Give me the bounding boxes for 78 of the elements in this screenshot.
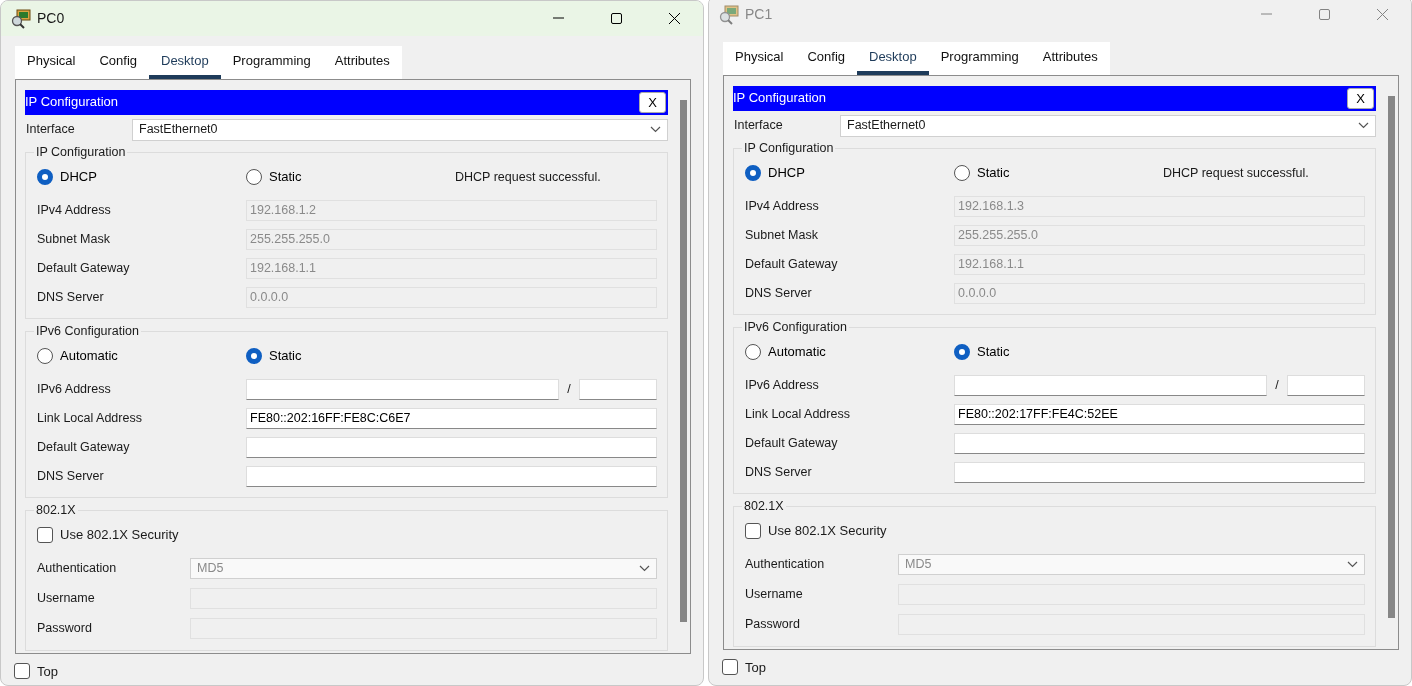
radio-button[interactable]: Automatic <box>37 346 118 366</box>
checkbox[interactable]: Top <box>722 657 1411 677</box>
checkbox[interactable]: Use 802.1X Security <box>37 525 179 545</box>
field-label: Username <box>37 590 96 608</box>
field-label: DNS Server <box>37 288 105 306</box>
close-icon <box>667 12 681 25</box>
radio-button[interactable]: Static <box>246 167 302 187</box>
close-icon <box>1375 8 1389 21</box>
field-label: Authentication <box>37 560 118 578</box>
field-label: Link Local Address <box>37 409 143 427</box>
tab[interactable]: Attributes <box>322 46 402 79</box>
field-label: Username <box>745 586 804 604</box>
tab[interactable]: Physical <box>15 46 88 79</box>
computer-icon <box>11 8 33 29</box>
field-label: Default Gateway <box>37 259 131 277</box>
radio-button[interactable]: Automatic <box>745 342 826 362</box>
radio-button[interactable]: Static <box>954 163 1010 183</box>
tab[interactable]: Attributes <box>1030 42 1110 75</box>
interface-dropdown[interactable]: FastEthernet0 <box>840 114 1376 137</box>
tab[interactable]: Programming <box>220 46 323 79</box>
field-label: Password <box>37 620 93 638</box>
scrollbar-thumb[interactable] <box>679 99 687 622</box>
field-label: Default Gateway <box>37 438 131 456</box>
field-label: Link Local Address <box>745 405 851 423</box>
maximize-icon <box>1317 8 1331 21</box>
tab[interactable]: Programming <box>928 42 1031 75</box>
field-label: DNS Server <box>745 284 813 302</box>
radio-button[interactable]: DHCP <box>745 163 805 183</box>
separator-text: / <box>1274 376 1280 394</box>
field-label: Default Gateway <box>745 255 839 273</box>
input-field[interactable] <box>579 378 657 400</box>
input-field[interactable] <box>246 378 559 400</box>
status-text: DHCP request successful. <box>1163 164 1309 182</box>
window-title: PC1 <box>745 5 773 24</box>
field-label: DNS Server <box>37 467 105 485</box>
scrollbar-thumb[interactable] <box>1387 95 1395 618</box>
computer-icon <box>719 4 741 25</box>
input-field[interactable]: FE80::202:16FF:FE8C:C6E7 <box>246 407 657 429</box>
radio-button[interactable]: Static <box>954 342 1010 362</box>
input-field[interactable] <box>954 461 1365 483</box>
close-button[interactable]: X <box>639 91 666 113</box>
panel-title: IP Configuration <box>733 89 826 108</box>
input-field[interactable] <box>246 465 657 487</box>
radio-button[interactable]: DHCP <box>37 167 97 187</box>
field-label: Interface <box>25 121 76 139</box>
tab[interactable]: Physical <box>723 42 796 75</box>
interface-dropdown[interactable]: FastEthernet0 <box>132 118 668 141</box>
chevron-down-icon <box>650 126 661 133</box>
tab[interactable]: Config <box>795 42 857 75</box>
field-label: Authentication <box>745 556 826 574</box>
chevron-down-icon <box>639 565 650 572</box>
separator-text: / <box>566 380 572 398</box>
field-label: IPv6 Address <box>37 380 112 398</box>
checkbox[interactable]: Top <box>14 661 703 681</box>
window-title: PC0 <box>37 9 65 28</box>
field-label: Subnet Mask <box>37 230 111 248</box>
field-label: Interface <box>733 117 784 135</box>
checkbox[interactable]: Use 802.1X Security <box>745 521 887 541</box>
field-label: Default Gateway <box>745 434 839 452</box>
input-field[interactable]: FE80::202:17FF:FE4C:52EE <box>954 403 1365 425</box>
field-label: IPv4 Address <box>745 197 820 215</box>
field-label: Subnet Mask <box>745 226 819 244</box>
tab[interactable]: Config <box>87 46 149 79</box>
field-label: Password <box>745 616 801 634</box>
input-field[interactable] <box>954 432 1365 454</box>
radio-button[interactable]: Static <box>246 346 302 366</box>
input-field[interactable] <box>1287 374 1365 396</box>
chevron-down-icon <box>1347 561 1358 568</box>
field-label: IPv4 Address <box>37 201 112 219</box>
field-label: IPv6 Address <box>745 376 820 394</box>
input-field[interactable] <box>246 436 657 458</box>
input-field[interactable] <box>954 374 1267 396</box>
field-label: DNS Server <box>745 463 813 481</box>
maximize-icon <box>609 12 623 25</box>
panel-title: IP Configuration <box>25 93 118 112</box>
close-button[interactable]: X <box>1347 87 1374 109</box>
status-text: DHCP request successful. <box>455 168 601 186</box>
chevron-down-icon <box>1358 122 1369 129</box>
